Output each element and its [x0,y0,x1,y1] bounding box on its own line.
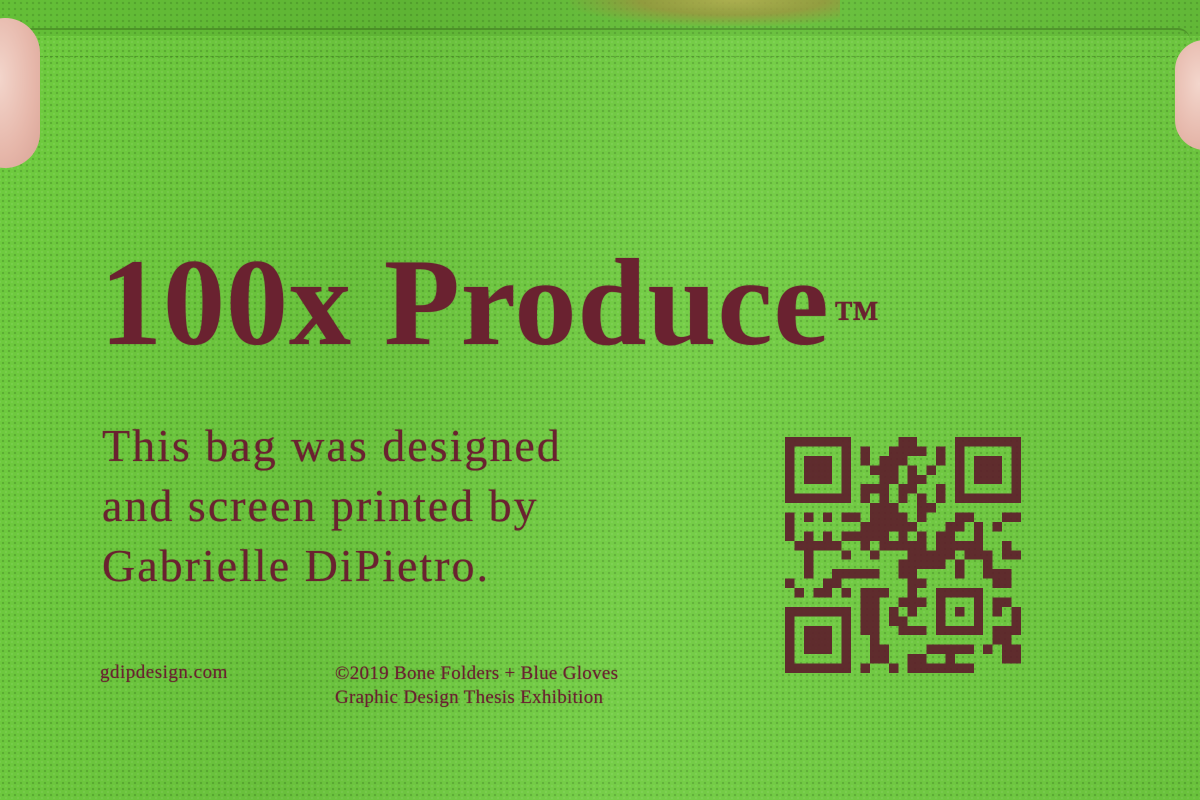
website-text: gdipdesign.com [100,662,228,683]
blurb-line: This bag was designed [102,420,562,471]
blurb-line: Gabrielle DiPietro. [102,540,491,591]
headline: 100x Produce™ [100,238,881,368]
left-thumb [0,18,40,168]
credit-line: ©2019 Bone Folders + Blue Gloves [335,663,619,684]
blurb-line: and screen printed by [102,480,539,531]
headline-text: 100x Produce [100,234,830,371]
right-thumb [1175,40,1200,150]
trademark-symbol: ™ [833,291,881,342]
inner-print-graphic [570,0,840,26]
credit-line: Graphic Design Thesis Exhibition [335,687,604,708]
credits: ©2019 Bone Folders + Blue Gloves Graphic… [335,662,618,710]
designer-blurb: This bag was designed and screen printed… [102,416,562,596]
bag-hem-seam [20,28,1190,57]
qr-code-icon [785,437,1021,673]
tote-bag-photo: 100x Produce™ This bag was designed and … [0,0,1200,800]
